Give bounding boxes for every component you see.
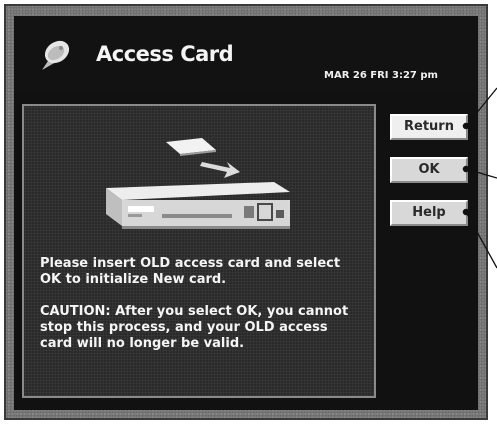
help-button[interactable]: Help <box>390 200 468 226</box>
info-panel: Please insert OLD access card and select… <box>22 104 376 398</box>
header: Access Card MAR 26 FRI 3:27 pm <box>14 16 478 94</box>
receiver-with-card-icon <box>106 138 290 229</box>
return-button[interactable]: Return <box>390 114 468 140</box>
page-title: Access Card <box>96 42 234 66</box>
ok-button[interactable]: OK <box>390 157 468 183</box>
satellite-dish-icon <box>42 40 70 70</box>
tv-screen-frame: Access Card MAR 26 FRI 3:27 pm Please in… <box>4 4 488 420</box>
screen: Access Card MAR 26 FRI 3:27 pm Please in… <box>14 16 478 410</box>
date-time: MAR 26 FRI 3:27 pm <box>324 70 438 81</box>
caution-text: CAUTION: After you select OK, you cannot… <box>40 304 349 351</box>
instruction-text: Please insert OLD access card and select… <box>40 256 341 287</box>
